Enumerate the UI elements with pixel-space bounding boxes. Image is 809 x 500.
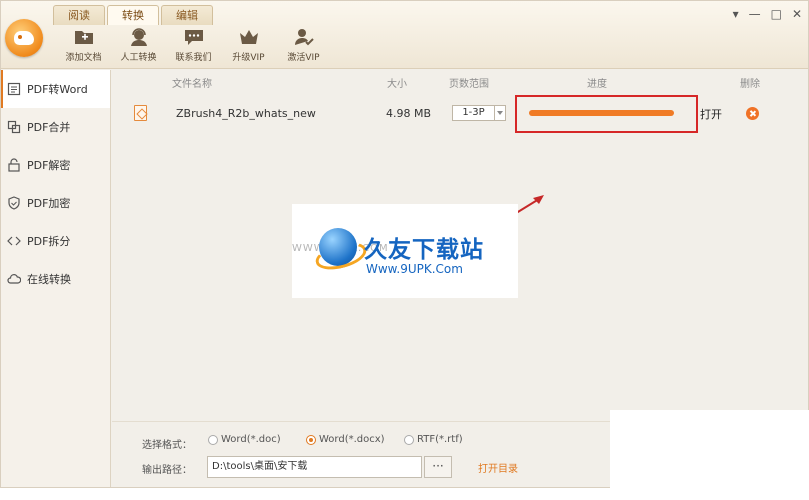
unlock-icon	[8, 158, 20, 172]
watermark-globe-logo	[319, 228, 357, 266]
maximize-icon[interactable]: □	[771, 7, 782, 21]
crown-icon	[239, 30, 258, 44]
sidebar-item-pdf-encrypt[interactable]: PDF加密	[1, 184, 110, 222]
column-file-name: 文件名称	[172, 79, 212, 90]
add-document-label: 添加文档	[65, 53, 102, 63]
menu-dropdown-icon[interactable]: ▾	[733, 7, 739, 21]
add-document-button[interactable]: 添加文档	[56, 27, 111, 65]
activate-vip-button[interactable]: 激活VIP	[276, 27, 331, 65]
column-delete: 删除	[740, 79, 760, 90]
word-doc-icon	[7, 82, 21, 96]
merge-icon	[7, 120, 21, 134]
table-row[interactable]: ZBrush4_R2b_whats_new 4.98 MB 1-3P 打开	[112, 95, 808, 133]
sidebar-item-pdf-decrypt[interactable]: PDF解密	[1, 146, 110, 184]
sidebar-item-label: PDF解密	[27, 159, 71, 172]
upgrade-vip-button[interactable]: 升级VIP	[221, 27, 276, 65]
header: 阅读 转换 编辑 添加文档 人工转换 联系我们 升级VIP 激活VIP ▾ — …	[1, 1, 808, 69]
app-logo	[5, 19, 43, 57]
progress-highlight-box	[515, 95, 698, 133]
sidebar: PDF转Word PDF合并 PDF解密 PDF加密 PDF拆分 在线转换	[1, 70, 111, 487]
tab-bar: 阅读 转换 编辑	[53, 5, 215, 25]
page-range-value: 1-3P	[462, 107, 485, 118]
tab-read[interactable]: 阅读	[53, 5, 105, 25]
format-rtf-radio[interactable]: RTF(*.rtf)	[404, 434, 463, 445]
progress-fill	[529, 110, 674, 116]
column-size: 大小	[387, 79, 407, 90]
minimize-icon[interactable]: —	[749, 7, 761, 21]
file-list-header: 文件名称 大小 页数范围 进度 删除	[112, 70, 808, 92]
sidebar-item-pdf-split[interactable]: PDF拆分	[1, 222, 110, 260]
sidebar-item-online-convert[interactable]: 在线转换	[1, 260, 110, 298]
sidebar-item-pdf-to-word[interactable]: PDF转Word	[1, 70, 110, 108]
chevron-down-icon[interactable]	[494, 106, 505, 120]
file-name: ZBrush4_R2b_whats_new	[176, 107, 316, 120]
sidebar-item-label: PDF拆分	[27, 235, 71, 248]
progress-bar	[529, 110, 674, 116]
radio-button[interactable]	[208, 434, 218, 445]
output-path-input[interactable]: D:\tools\桌面\安下载	[207, 456, 422, 478]
format-label: 选择格式：	[142, 440, 192, 451]
format-doc-label: Word(*.doc)	[221, 434, 281, 445]
tab-edit[interactable]: 编辑	[161, 5, 213, 25]
window-controls: ▾ — □ ✕	[733, 7, 802, 21]
activate-vip-label: 激活VIP	[287, 53, 320, 63]
sidebar-item-pdf-merge[interactable]: PDF合并	[1, 108, 110, 146]
column-progress: 进度	[587, 79, 607, 90]
delete-icon[interactable]	[746, 107, 759, 120]
sidebar-item-label: PDF加密	[27, 197, 71, 210]
cloud-icon	[7, 274, 21, 284]
format-docx-radio[interactable]: Word(*.docx)	[306, 434, 385, 445]
open-directory-link[interactable]: 打开目录	[478, 460, 518, 475]
manual-convert-button[interactable]: 人工转换	[111, 27, 166, 65]
upgrade-vip-label: 升级VIP	[232, 53, 265, 63]
sidebar-item-label: PDF转Word	[27, 83, 88, 96]
contact-us-button[interactable]: 联系我们	[166, 27, 221, 65]
watermark-brand: 久友下载站	[364, 237, 484, 263]
file-size: 4.98 MB	[386, 107, 432, 120]
headset-icon	[130, 28, 147, 46]
radio-button-selected[interactable]	[306, 434, 316, 445]
split-icon	[7, 236, 21, 246]
manual-convert-label: 人工转换	[120, 53, 157, 63]
sidebar-item-label: 在线转换	[27, 273, 71, 286]
column-page-range: 页数范围	[449, 79, 489, 90]
toolbar: 添加文档 人工转换 联系我们 升级VIP 激活VIP	[56, 27, 331, 65]
format-docx-label: Word(*.docx)	[319, 434, 385, 445]
radio-button[interactable]	[404, 434, 414, 445]
tab-convert[interactable]: 转换	[107, 5, 159, 25]
page-range-select[interactable]: 1-3P	[452, 105, 506, 121]
format-doc-radio[interactable]: Word(*.doc)	[208, 434, 281, 445]
watermark-url: Www.9UPK.Com	[366, 262, 463, 276]
contact-us-label: 联系我们	[175, 53, 212, 63]
sidebar-item-label: PDF合并	[27, 121, 71, 134]
user-check-icon	[294, 29, 314, 46]
shield-icon	[8, 196, 20, 210]
format-rtf-label: RTF(*.rtf)	[417, 434, 463, 445]
output-path-label: 输出路径：	[142, 465, 192, 476]
close-icon[interactable]: ✕	[792, 7, 802, 21]
pdf-file-icon	[134, 105, 147, 121]
chat-icon	[184, 30, 203, 45]
blank-area	[610, 410, 809, 500]
browse-button[interactable]: ···	[424, 456, 452, 478]
folder-add-icon	[74, 31, 93, 44]
open-file-link[interactable]: 打开	[700, 106, 722, 122]
watermark: WWW.9UPK.COM 久友下载站 Www.9UPK.Com	[292, 204, 518, 298]
